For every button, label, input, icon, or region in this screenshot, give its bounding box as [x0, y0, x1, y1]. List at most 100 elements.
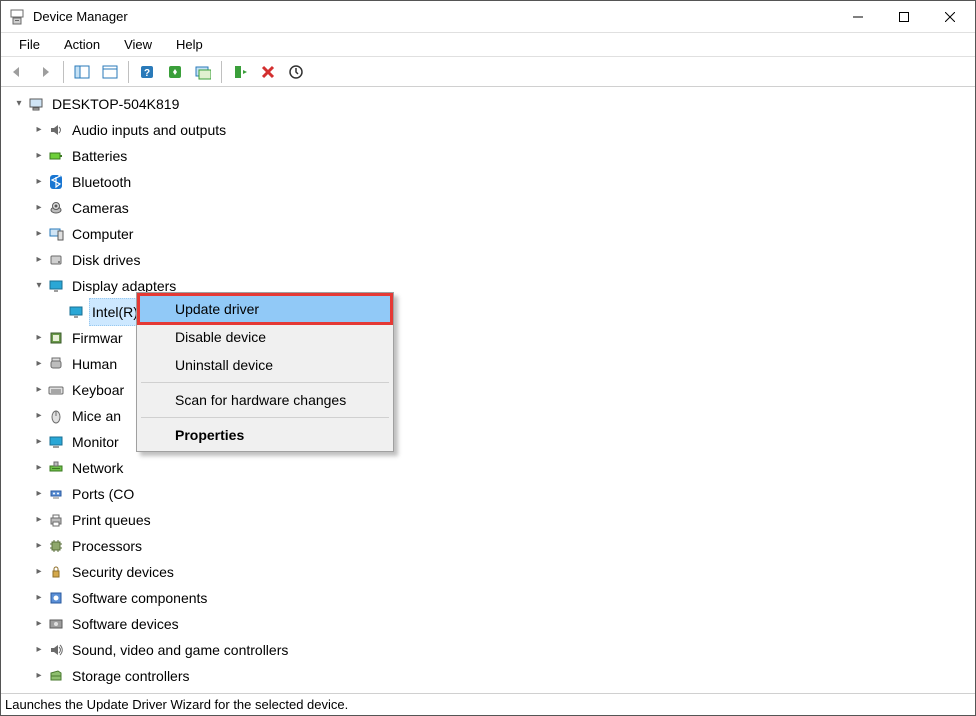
- chevron-right-icon[interactable]: ▸: [31, 564, 47, 580]
- storage-icon: [47, 667, 65, 685]
- hid-icon: [47, 355, 65, 373]
- chevron-right-icon[interactable]: ▸: [31, 148, 47, 164]
- chevron-right-icon[interactable]: ▸: [31, 668, 47, 684]
- toolbar-separator: [128, 61, 129, 83]
- cpu-icon: [47, 537, 65, 555]
- toolbar-help-button[interactable]: ?: [134, 59, 160, 85]
- mouse-icon: [47, 407, 65, 425]
- tree-node-label: Software devices: [69, 610, 182, 638]
- tree-node-label: Computer: [69, 220, 136, 248]
- status-text: Launches the Update Driver Wizard for th…: [5, 697, 348, 712]
- close-button[interactable]: [927, 1, 973, 33]
- firmware-icon: [47, 329, 65, 347]
- tree-node-label: Firmwar: [69, 324, 126, 352]
- swcomp-icon: [47, 589, 65, 607]
- tree-node-label: Storage controllers: [69, 662, 193, 690]
- tree-category-batteries[interactable]: ▸ Batteries: [31, 143, 975, 169]
- tree-node-label: DESKTOP-504K819: [49, 90, 182, 118]
- tree-category-computer[interactable]: ▸ Computer: [31, 221, 975, 247]
- tree-category-storagectrl[interactable]: ▸ Storage controllers: [31, 663, 975, 689]
- computer-icon: [27, 95, 45, 113]
- tree-category-ports[interactable]: ▸Ports (CO: [31, 481, 975, 507]
- chevron-right-icon[interactable]: ▸: [31, 252, 47, 268]
- toolbar-separator: [63, 61, 64, 83]
- tree-node-label: Batteries: [69, 142, 130, 170]
- maximize-button[interactable]: [881, 1, 927, 33]
- chevron-right-icon[interactable]: ▸: [31, 486, 47, 502]
- sound-icon: [47, 641, 65, 659]
- tree-category-network[interactable]: ▸Network: [31, 455, 975, 481]
- chevron-right-icon[interactable]: ▸: [31, 356, 47, 372]
- menu-help[interactable]: Help: [166, 35, 213, 54]
- tree-category-processors[interactable]: ▸Processors: [31, 533, 975, 559]
- chevron-right-icon[interactable]: ▸: [31, 616, 47, 632]
- menu-file[interactable]: File: [9, 35, 50, 54]
- toolbar-back-button[interactable]: [4, 59, 30, 85]
- pc-icon: [47, 225, 65, 243]
- chevron-right-icon[interactable]: ▸: [31, 434, 47, 450]
- tree-node-label: Mice an: [69, 402, 124, 430]
- chevron-down-icon[interactable]: ▾: [11, 96, 27, 112]
- chevron-right-icon[interactable]: ▸: [31, 330, 47, 346]
- tree-node-label: Security devices: [69, 558, 177, 586]
- toolbar-show-tree-button[interactable]: [69, 59, 95, 85]
- chevron-right-icon[interactable]: ▸: [31, 590, 47, 606]
- context-menu: Update driver Disable device Uninstall d…: [136, 292, 394, 452]
- tree-root-node[interactable]: ▾ DESKTOP-504K819: [11, 91, 975, 117]
- bluetooth-icon: [47, 173, 65, 191]
- chevron-right-icon[interactable]: ▸: [31, 408, 47, 424]
- tree-category-swdev[interactable]: ▸ Software devices: [31, 611, 975, 637]
- menu-action[interactable]: Action: [54, 35, 110, 54]
- camera-icon: [47, 199, 65, 217]
- display-icon: [47, 277, 65, 295]
- chevron-right-icon[interactable]: ▸: [31, 122, 47, 138]
- tree-category-printq[interactable]: ▸Print queues: [31, 507, 975, 533]
- ctx-properties[interactable]: Properties: [139, 421, 391, 449]
- toolbar-forward-button[interactable]: [32, 59, 58, 85]
- tree-node-label: Disk drives: [69, 246, 143, 274]
- speaker-icon: [47, 121, 65, 139]
- toolbar-view-button[interactable]: [190, 59, 216, 85]
- chevron-right-icon[interactable]: ▸: [31, 512, 47, 528]
- chevron-right-icon[interactable]: ▸: [31, 538, 47, 554]
- tree-node-label: Software components: [69, 584, 210, 612]
- chevron-right-icon[interactable]: ▸: [31, 642, 47, 658]
- tree-twisty-none: [51, 304, 67, 320]
- chevron-down-icon[interactable]: ▾: [31, 278, 47, 294]
- toolbar-uninstall-button[interactable]: [255, 59, 281, 85]
- tree-category-audio[interactable]: ▸Audio inputs and outputs: [31, 117, 975, 143]
- toolbar-properties-pane-button[interactable]: [97, 59, 123, 85]
- tree-node-label: Monitor: [69, 428, 122, 456]
- swdev-icon: [47, 615, 65, 633]
- toolbar-update-driver-button[interactable]: [227, 59, 253, 85]
- menu-view[interactable]: View: [114, 35, 162, 54]
- toolbar-scan-button[interactable]: [283, 59, 309, 85]
- ctx-uninstall-device[interactable]: Uninstall device: [139, 351, 391, 379]
- window-title: Device Manager: [33, 9, 835, 24]
- ctx-separator: [141, 382, 389, 383]
- tree-category-swcomp[interactable]: ▸ Software components: [31, 585, 975, 611]
- ctx-scan-hardware[interactable]: Scan for hardware changes: [139, 386, 391, 414]
- chevron-right-icon[interactable]: ▸: [31, 460, 47, 476]
- minimize-button[interactable]: [835, 1, 881, 33]
- tree-node-label: Keyboar: [69, 376, 127, 404]
- ctx-disable-device[interactable]: Disable device: [139, 323, 391, 351]
- tree-category-sysdev[interactable]: ▸System devices: [31, 689, 975, 693]
- chevron-right-icon[interactable]: ▸: [31, 382, 47, 398]
- disk-icon: [47, 251, 65, 269]
- tree-node-label: Cameras: [69, 194, 132, 222]
- tree-category-disk[interactable]: ▸ Disk drives: [31, 247, 975, 273]
- printer-icon: [47, 511, 65, 529]
- toolbar-action-button[interactable]: [162, 59, 188, 85]
- ctx-update-driver[interactable]: Update driver: [139, 295, 391, 323]
- chevron-right-icon[interactable]: ▸: [31, 200, 47, 216]
- tree-category-security[interactable]: ▸ Security devices: [31, 559, 975, 585]
- svg-text:?: ?: [144, 68, 150, 79]
- chevron-right-icon[interactable]: ▸: [31, 174, 47, 190]
- tree-category-sound[interactable]: ▸Sound, video and game controllers: [31, 637, 975, 663]
- chevron-right-icon[interactable]: ▸: [31, 226, 47, 242]
- keyboard-icon: [47, 381, 65, 399]
- menubar: File Action View Help: [1, 33, 975, 57]
- tree-category-cameras[interactable]: ▸ Cameras: [31, 195, 975, 221]
- tree-category-bluetooth[interactable]: ▸Bluetooth: [31, 169, 975, 195]
